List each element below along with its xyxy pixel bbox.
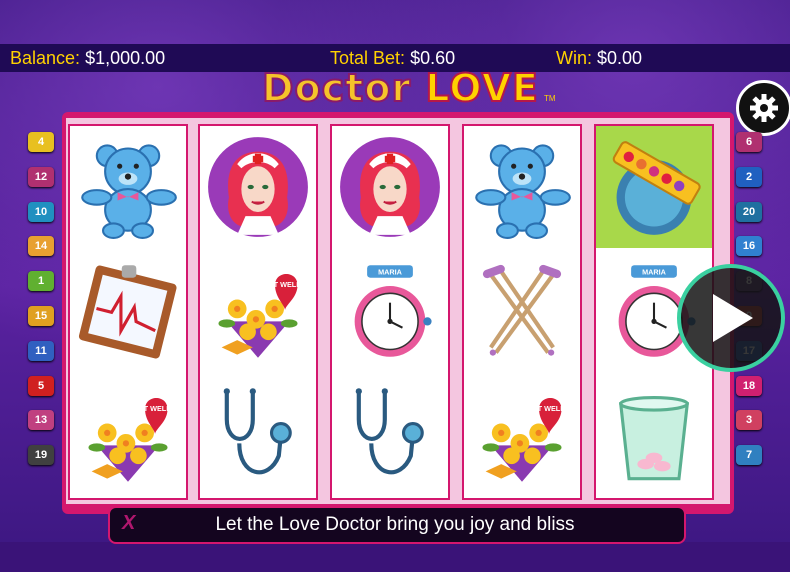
payline-indicator[interactable]: 6: [736, 132, 762, 152]
trademark: TM: [544, 94, 556, 103]
win-value: $0.00: [597, 48, 643, 68]
svg-text:MARIA: MARIA: [642, 268, 667, 277]
svg-text:GET WELL: GET WELL: [527, 404, 565, 413]
symbol-pocket-watch: MARIA: [332, 250, 448, 372]
payline-indicator[interactable]: 15: [28, 306, 54, 326]
symbol-nurse: [332, 126, 448, 248]
play-icon: [713, 294, 753, 342]
symbol-flowers: GET WELL: [464, 374, 580, 496]
gear-icon: [750, 94, 778, 122]
logo-word-doctor: Doctor: [261, 65, 412, 111]
symbol-crutches: [464, 250, 580, 372]
payline-indicator[interactable]: 5: [28, 375, 54, 396]
symbol-stethoscope: [200, 374, 316, 496]
game-logo: Doctor LOVE: [261, 65, 539, 111]
reel-4: GET WELL: [462, 124, 582, 500]
reel-1: GET WELL: [68, 124, 188, 500]
reel-3: MARIA: [330, 124, 450, 500]
message-text: Let the Love Doctor bring you joy and bl…: [215, 514, 575, 535]
svg-text:GET WELL: GET WELL: [263, 280, 301, 289]
svg-text:MARIA: MARIA: [378, 268, 403, 277]
payline-indicator[interactable]: 18: [736, 375, 762, 396]
payline-indicator[interactable]: 20: [736, 201, 762, 222]
svg-text:GET WELL: GET WELL: [133, 404, 171, 413]
symbol-pill-cup: [596, 374, 712, 496]
win-label: Win:: [556, 48, 592, 68]
logo-word-love: LOVE: [424, 65, 539, 111]
symbol-flowers: GET WELL: [70, 374, 186, 496]
symbol-nurse: [200, 126, 316, 248]
payline-indicator[interactable]: 14: [28, 236, 54, 257]
payline-indicator[interactable]: 3: [736, 410, 762, 431]
win-display: Win: $0.00: [556, 48, 642, 69]
payline-indicator[interactable]: 13: [28, 410, 54, 431]
payline-indicator[interactable]: 11: [28, 340, 54, 361]
settings-button[interactable]: [736, 80, 790, 136]
symbol-flowers: GET WELL: [200, 250, 316, 372]
balance-display: Balance: $1,000.00: [10, 48, 165, 69]
payline-indicator[interactable]: 4: [28, 132, 54, 152]
payline-indicator[interactable]: 7: [736, 445, 762, 466]
symbol-heart-monitor: [70, 250, 186, 372]
symbol-teddy-bear: [70, 126, 186, 248]
total-bet-value: $0.60: [410, 48, 456, 68]
spin-button[interactable]: [677, 264, 785, 372]
balance-value: $1,000.00: [85, 48, 166, 68]
reel-2: GET WELL: [198, 124, 318, 500]
payline-indicator[interactable]: 12: [28, 166, 54, 187]
payline-indicator[interactable]: 16: [736, 236, 762, 257]
payline-indicator[interactable]: 10: [28, 201, 54, 222]
total-bet-label: Total Bet:: [330, 48, 406, 68]
bottom-band: [0, 542, 790, 572]
balance-label: Balance:: [10, 48, 81, 68]
symbol-pill-hearts: [596, 126, 712, 248]
payline-indicator[interactable]: 1: [28, 271, 54, 292]
payline-indicator[interactable]: 2: [736, 166, 762, 187]
symbol-stethoscope: [332, 374, 448, 496]
payline-indicator[interactable]: 19: [28, 445, 54, 466]
symbol-teddy-bear: [464, 126, 580, 248]
